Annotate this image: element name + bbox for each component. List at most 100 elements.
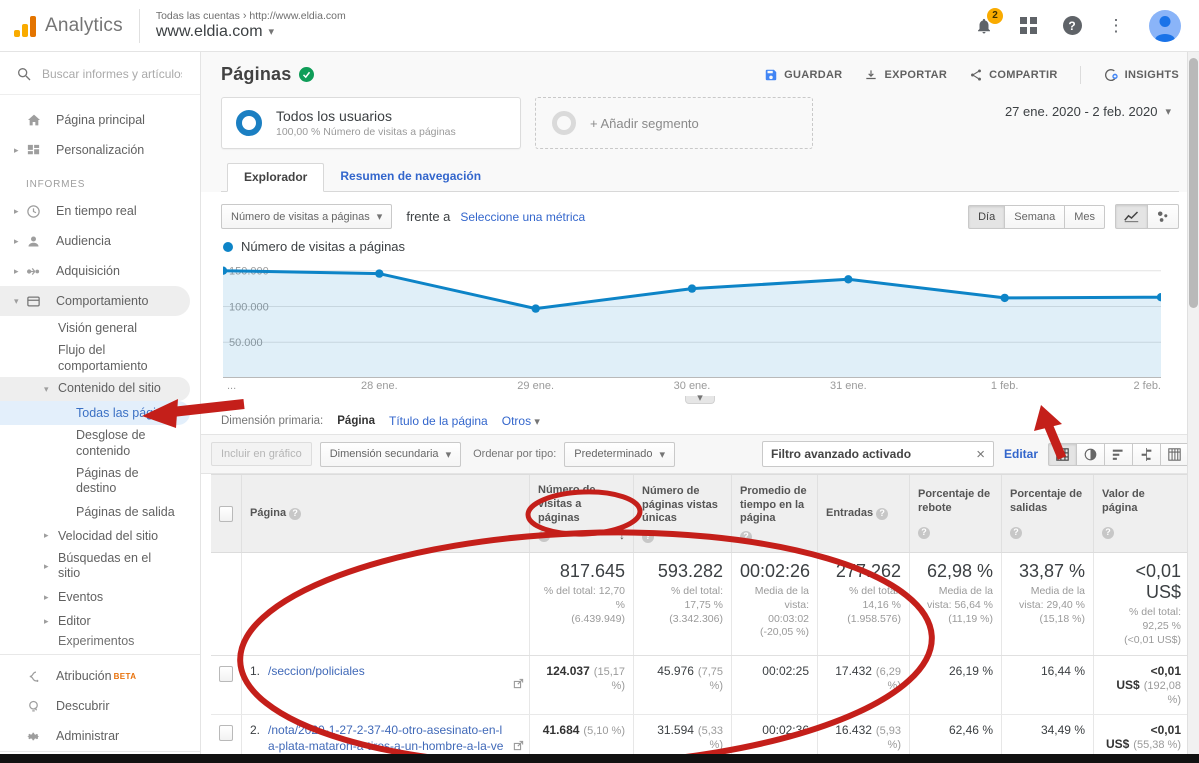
total-avg-time: 00:02:26 — [740, 561, 809, 582]
user-avatar[interactable] — [1149, 10, 1181, 42]
analytics-logo[interactable]: Analytics — [14, 9, 140, 43]
sidebar-item-all-pages[interactable]: Todas las páginas — [0, 401, 190, 425]
col-header-unique-pageviews[interactable]: Número de páginas vistas únicas — [642, 485, 723, 526]
vertical-scrollbar[interactable] — [1187, 52, 1199, 763]
help-icon[interactable]: ? — [642, 531, 654, 543]
col-header-avg-time[interactable]: Promedio de tiempo en la página — [740, 485, 809, 526]
sidebar-item-site-speed[interactable]: ▸ Velocidad del sitio — [0, 524, 200, 548]
sidebar-item-admin[interactable]: Administrar — [0, 721, 200, 751]
help-icon[interactable]: ? — [876, 508, 888, 520]
sidebar-item-experiments[interactable]: Experimentos — [0, 633, 200, 648]
download-icon — [864, 68, 878, 82]
help-icon[interactable]: ? — [918, 527, 930, 539]
external-link-icon[interactable] — [513, 678, 524, 692]
sidebar-item-exit-pages[interactable]: Páginas de salida — [0, 500, 200, 524]
help-icon[interactable]: ? — [289, 508, 301, 520]
sort-type-dropdown[interactable]: Predeterminado ▾ — [564, 442, 675, 467]
advanced-filter-chip[interactable]: Filtro avanzado activado × — [762, 441, 994, 467]
help-icon[interactable]: ? — [1061, 15, 1083, 37]
motion-chart-view-button[interactable] — [1148, 204, 1179, 229]
segment-all-users[interactable]: Todos los usuarios 100,00 % Número de vi… — [221, 97, 521, 149]
account-switcher[interactable]: Todas las cuentas › http://www.eldia.com… — [156, 10, 346, 41]
save-button[interactable]: GUARDAR — [764, 68, 842, 82]
sidebar-item-publisher[interactable]: ▸ Editor — [0, 609, 200, 633]
apps-grid-icon[interactable] — [1017, 15, 1039, 37]
dimension-others-dropdown[interactable]: Otros ▾ — [502, 414, 540, 428]
help-icon[interactable]: ? — [538, 530, 550, 542]
primary-dimension-label: Dimensión primaria: — [221, 415, 323, 427]
comparison-view-button[interactable] — [1133, 443, 1161, 466]
sidebar-item-events[interactable]: ▸ Eventos — [0, 585, 200, 609]
tab-explorer[interactable]: Explorador — [227, 163, 324, 192]
sidebar-item-landing-pages[interactable]: Páginas de destino — [0, 463, 200, 500]
caret-down-icon: ▾ — [534, 416, 540, 428]
sidebar-item-realtime[interactable]: ▸ En tiempo real — [0, 196, 200, 226]
date-range-picker[interactable]: 27 ene. 2020 - 2 feb. 2020 ▾ — [1005, 104, 1171, 119]
sidebar-search[interactable] — [0, 52, 200, 95]
edit-filter-link[interactable]: Editar — [1004, 447, 1038, 461]
select-all-checkbox[interactable] — [219, 506, 233, 522]
clear-filter-icon[interactable]: × — [976, 446, 985, 463]
help-icon[interactable]: ? — [1010, 527, 1022, 539]
external-link-icon[interactable] — [513, 740, 524, 754]
analytics-app: Analytics Todas las cuentas › http://www… — [0, 0, 1199, 763]
share-icon — [969, 68, 983, 82]
dimension-page[interactable]: Página — [337, 415, 375, 427]
entrances-value: 16.432 — [835, 723, 872, 737]
home-icon — [26, 112, 56, 128]
help-icon[interactable]: ? — [1102, 527, 1114, 539]
more-options-icon[interactable]: ⋮ — [1105, 15, 1127, 37]
search-input[interactable] — [42, 67, 182, 81]
sidebar-item-personalization[interactable]: ▸ Personalización — [0, 135, 200, 165]
sidebar-item-site-search[interactable]: ▸ Búsquedas en el sitio — [0, 548, 200, 585]
chart-expander-handle[interactable]: ▾ — [685, 396, 715, 404]
sidebar-item-behavior-flow[interactable]: Flujo del comportamiento — [0, 340, 200, 377]
row-checkbox[interactable] — [219, 725, 233, 741]
primary-dimension-bar: Dimensión primaria: Página Título de la … — [201, 404, 1199, 434]
insights-button[interactable]: INSIGHTS — [1103, 67, 1179, 83]
share-button[interactable]: COMPARTIR — [969, 68, 1058, 82]
scrollbar-thumb[interactable] — [1189, 58, 1198, 308]
col-header-bounce-rate[interactable]: Porcentaje de rebote — [918, 488, 993, 516]
sidebar-item-attribution[interactable]: Atribución BETA — [0, 661, 200, 691]
line-chart-view-button[interactable] — [1115, 204, 1148, 229]
bubbles-icon — [1156, 210, 1170, 223]
data-table-view-button[interactable] — [1048, 443, 1077, 466]
pivot-icon — [1168, 448, 1181, 461]
sidebar-item-acquisition[interactable]: ▸ Adquisición — [0, 256, 200, 286]
notifications-bell-icon[interactable]: 2 — [973, 15, 995, 37]
sidebar-item-discover[interactable]: Descubrir — [0, 691, 200, 721]
col-header-entrances[interactable]: Entradas — [826, 507, 873, 521]
granularity-month-button[interactable]: Mes — [1065, 205, 1105, 229]
sort-desc-icon[interactable]: ↓ — [619, 528, 625, 543]
plot-rows-button[interactable]: Incluir en gráfico — [211, 442, 312, 466]
col-header-pageviews[interactable]: Número de visitas a páginas — [538, 484, 625, 525]
page-link[interactable]: /seccion/policiales — [268, 664, 365, 706]
row-checkbox[interactable] — [219, 666, 233, 682]
sidebar-item-home[interactable]: Página principal — [0, 105, 200, 135]
performance-view-button[interactable] — [1105, 443, 1133, 466]
pivot-view-button[interactable] — [1161, 443, 1189, 466]
granularity-day-button[interactable]: Día — [968, 205, 1005, 229]
granularity-week-button[interactable]: Semana — [1005, 205, 1065, 229]
sidebar-item-overview[interactable]: Visión general — [0, 316, 200, 340]
beta-badge: BETA — [114, 672, 137, 681]
chart-plot[interactable]: 50.000100.000150.000 — [223, 260, 1161, 378]
col-header-page-value[interactable]: Valor de página — [1102, 488, 1181, 516]
sidebar-item-audience[interactable]: ▸ Audiencia — [0, 226, 200, 256]
select-metric-link[interactable]: Seleccione una métrica — [460, 210, 585, 224]
sidebar-item-behavior[interactable]: ▾ Comportamiento — [0, 286, 190, 316]
help-icon[interactable]: ? — [740, 531, 752, 543]
export-button[interactable]: EXPORTAR — [864, 68, 947, 82]
dimension-page-title[interactable]: Título de la página — [389, 414, 488, 428]
col-header-exit-rate[interactable]: Porcentaje de salidas — [1010, 488, 1085, 516]
col-header-page[interactable]: Página — [250, 507, 286, 521]
percentage-view-button[interactable] — [1077, 443, 1105, 466]
sidebar-item-content-drilldown[interactable]: Desglose de contenido — [0, 425, 200, 462]
add-segment-button[interactable]: + Añadir segmento — [535, 97, 813, 149]
sidebar-item-site-content[interactable]: ▾ Contenido del sitio — [0, 377, 190, 401]
caret-down-icon: ▾ — [377, 210, 383, 223]
secondary-dimension-dropdown[interactable]: Dimensión secundaria ▾ — [320, 442, 461, 467]
tab-navigation-summary[interactable]: Resumen de navegación — [324, 163, 497, 191]
metric-selector-dropdown[interactable]: Número de visitas a páginas ▾ — [221, 204, 392, 229]
